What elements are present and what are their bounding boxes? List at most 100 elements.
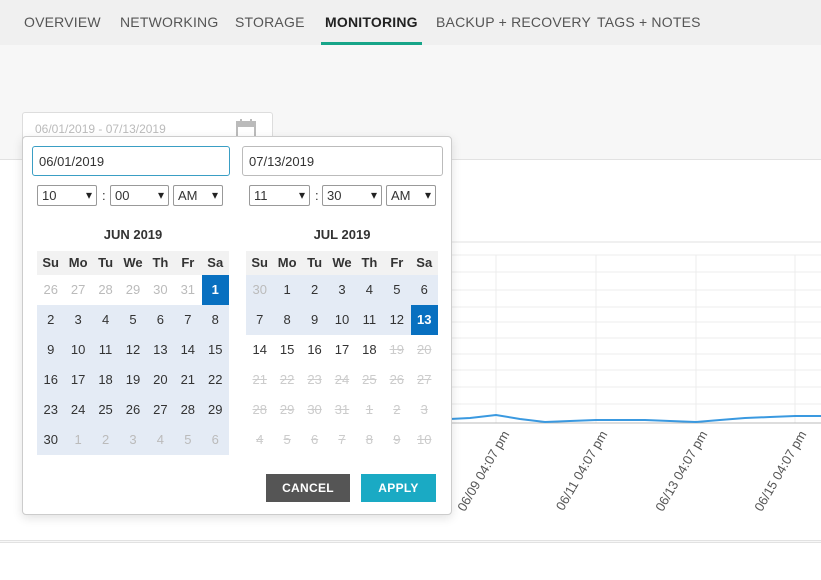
calendar-day[interactable]: 9 (37, 335, 65, 365)
calendar-day[interactable]: 14 (174, 335, 202, 365)
weekday-header: Th (146, 251, 175, 275)
calendar-week-row: 7 8 9 10 11 12 13 (246, 305, 438, 335)
calendar-day[interactable]: 10 (328, 305, 356, 335)
apply-button[interactable]: APPLY (361, 474, 436, 502)
calendar-day[interactable]: 7 (174, 305, 202, 335)
calendar-day[interactable]: 3 (64, 305, 92, 335)
calendar-day[interactable]: 9 (300, 305, 329, 335)
calendar-day[interactable]: 8 (273, 305, 301, 335)
calendar-day[interactable]: 26 (37, 275, 64, 305)
calendar-day[interactable]: 27 (64, 275, 91, 305)
weekday-header: Tu (300, 251, 329, 275)
calendar-day-selected[interactable]: 13 (410, 305, 438, 335)
calendar-day[interactable]: 17 (64, 365, 92, 395)
calendar-week-row: 30 1 2 3 4 5 6 (246, 275, 438, 305)
start-ampm-select[interactable]: AM (173, 185, 223, 206)
calendar-day: 4 (256, 432, 264, 447)
calendar-week-row: 26 27 28 29 30 31 1 (37, 275, 229, 305)
calendar-day[interactable]: 13 (146, 335, 175, 365)
calendar-week-row: 2345678 (37, 305, 229, 335)
weekday-header: We (328, 251, 356, 275)
weekday-header: Fr (383, 251, 411, 275)
time-separator: : (102, 188, 106, 203)
cancel-button[interactable]: CANCEL (266, 474, 350, 502)
end-hour-select[interactable]: 11 (249, 185, 310, 206)
calendar-grid: Su Mo Tu We Th Fr Sa 30 1 2 3 4 5 6 7 8 9 10 11 12 13 14 15 16 1… (246, 251, 438, 455)
calendar-day[interactable]: 12 (119, 335, 147, 365)
calendar-day[interactable]: 2 (300, 275, 329, 305)
calendar-day[interactable]: 12 (383, 305, 411, 335)
calendar-day[interactable]: 14 (246, 335, 273, 365)
start-date-input[interactable] (32, 146, 230, 176)
calendar-day[interactable]: 30 (147, 275, 174, 305)
calendar-day[interactable]: 1 (273, 275, 301, 305)
calendar-day[interactable]: 15 (273, 335, 300, 365)
start-minute-select[interactable]: 00 (110, 185, 169, 206)
calendar-day[interactable]: 22 (201, 365, 229, 395)
calendar-day[interactable]: 19 (119, 365, 147, 395)
calendar-day: 24 (334, 372, 350, 387)
calendar-day: 2 (393, 402, 401, 417)
calendar-day[interactable]: 10 (64, 335, 92, 365)
weekday-header: Th (355, 251, 384, 275)
start-hour-select[interactable]: 10 (37, 185, 97, 206)
calendar-day[interactable]: 2 (91, 425, 120, 455)
calendar-day[interactable]: 2 (37, 305, 65, 335)
calendar-day[interactable]: 15 (201, 335, 229, 365)
calendar-day: 3 (420, 402, 428, 417)
calendar-day[interactable]: 11 (355, 305, 384, 335)
calendar-day[interactable]: 3 (119, 425, 147, 455)
calendar-day[interactable]: 28 (92, 275, 119, 305)
calendar-day: 6 (310, 432, 319, 447)
end-minute-select[interactable]: 30 (322, 185, 382, 206)
calendar-week-row: 23 24 25 26 27 28 29 (37, 395, 229, 425)
calendar-day[interactable]: 6 (201, 425, 229, 455)
calendar-day: 29 (279, 402, 295, 417)
calendar-day[interactable]: 1 (64, 425, 92, 455)
calendar-day[interactable]: 18 (91, 365, 120, 395)
calendar-day[interactable]: 27 (146, 395, 175, 425)
calendar-day[interactable]: 7 (246, 305, 274, 335)
calendar-day[interactable]: 6 (146, 305, 175, 335)
calendar-day[interactable]: 21 (174, 365, 202, 395)
calendar-day-selected[interactable]: 1 (201, 275, 229, 305)
calendar-day[interactable]: 30 (246, 275, 274, 305)
calendar-day[interactable]: 31 (174, 275, 201, 305)
calendar-day[interactable]: 5 (383, 275, 411, 305)
calendar-day: 7 (338, 432, 346, 447)
calendar-day[interactable]: 4 (355, 275, 384, 305)
calendar-day[interactable]: 5 (174, 425, 202, 455)
weekday-header: Sa (201, 251, 229, 275)
calendar-day[interactable]: 17 (328, 335, 355, 365)
time-separator: : (315, 188, 319, 203)
calendar-day[interactable]: 18 (356, 335, 383, 365)
calendar-day[interactable]: 28 (174, 395, 202, 425)
calendar-day[interactable]: 3 (328, 275, 356, 305)
calendar-grid: Su Mo Tu We Th Fr Sa 26 27 28 29 30 31 1 2 3 4 5 6 7 8 9 10 11 1… (37, 251, 229, 455)
calendar-day[interactable]: 16 (37, 365, 65, 395)
calendar-day[interactable]: 29 (201, 395, 229, 425)
calendar-day: 10 (417, 432, 432, 447)
end-ampm-select[interactable]: AM (386, 185, 436, 206)
calendar-day[interactable]: 30 (37, 425, 65, 455)
calendar-week-row: 14 15 16 17 18 19 20 (246, 335, 438, 365)
calendar-day[interactable]: 8 (201, 305, 229, 335)
calendar-day: 8 (365, 432, 374, 447)
calendar-day: 21 (252, 372, 267, 387)
calendar-day[interactable]: 4 (146, 425, 175, 455)
calendar-day[interactable]: 24 (64, 395, 92, 425)
calendar-day[interactable]: 25 (91, 395, 120, 425)
calendar-day[interactable]: 5 (119, 305, 147, 335)
calendar-day[interactable]: 23 (37, 395, 65, 425)
calendar-day[interactable]: 20 (146, 365, 175, 395)
calendar-day[interactable]: 11 (91, 335, 120, 365)
calendar-day[interactable]: 26 (119, 395, 147, 425)
calendar-day[interactable]: 6 (410, 275, 438, 305)
calendar-day[interactable]: 16 (301, 335, 328, 365)
calendar-day: 19 (389, 342, 405, 357)
calendar-day[interactable]: 4 (91, 305, 120, 335)
end-date-input[interactable] (242, 146, 443, 176)
calendar-day: 5 (283, 432, 291, 447)
calendar-day[interactable]: 29 (119, 275, 146, 305)
calendar-day: 22 (279, 372, 295, 387)
